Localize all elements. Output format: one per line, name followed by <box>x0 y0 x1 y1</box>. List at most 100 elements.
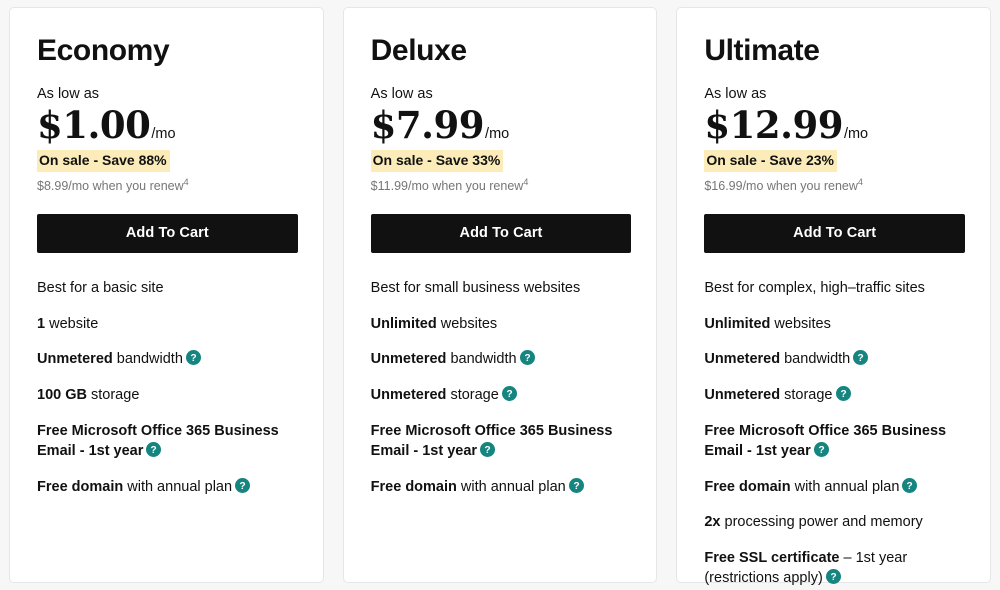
help-question-icon[interactable]: ? <box>568 477 584 493</box>
help-question-icon[interactable]: ? <box>853 350 869 366</box>
feature-item: Free Microsoft Office 365 Business Email… <box>371 421 632 462</box>
feature-label-rest: websites <box>436 315 498 332</box>
price-period: /mo <box>843 126 869 143</box>
feature-label-strong: 1 <box>37 315 46 332</box>
feature-label-strong: Unmetered <box>370 351 447 368</box>
feature-label-strong: Free domain <box>370 478 457 495</box>
feature-label-rest: websites <box>770 315 831 332</box>
footnote-marker: 4 <box>857 176 863 187</box>
add-to-cart-button[interactable]: Add To Cart <box>704 214 966 254</box>
plan-title: Economy <box>37 34 170 67</box>
plan-card-economy: Economy As low as $1.00/mo On sale - Save 8… <box>9 7 324 583</box>
feature-label-rest: Best for small business websites <box>370 280 581 297</box>
feature-item: Best for small business websites <box>371 278 632 299</box>
feature-item: Unmetered storage? <box>704 385 965 406</box>
svg-text:?: ? <box>506 389 512 400</box>
feature-label-rest: with annual plan <box>790 478 900 495</box>
price-amount: $1.00 <box>37 103 151 148</box>
feature-item: Unmetered bandwidth? <box>371 349 632 370</box>
svg-text:?: ? <box>830 572 836 583</box>
price-row: $7.99/mo <box>371 106 632 145</box>
plan-card-ultimate: Ultimate As low as $12.99/mo On sale - Save… <box>676 7 992 586</box>
feature-label-rest: website <box>45 315 99 332</box>
renewal-price-note: $11.99/mo when you renew4 <box>370 176 632 194</box>
feature-item: Unmetered bandwidth? <box>37 349 298 370</box>
feature-label-rest: bandwidth <box>446 351 517 368</box>
renewal-price-text: $8.99/mo when you renew <box>37 178 184 193</box>
status-badge: On sale - Save 23% <box>704 150 837 172</box>
renewal-price-note: $8.99/mo when you renew4 <box>37 176 298 194</box>
svg-text:?: ? <box>484 445 490 456</box>
feature-item: Best for complex, high–traffic sites <box>704 278 965 299</box>
footnote-marker: 4 <box>523 176 529 187</box>
feature-label-rest: with annual plan <box>456 478 566 495</box>
feature-item: Unlimited websites <box>371 314 632 335</box>
footnote-marker: 4 <box>183 176 189 187</box>
svg-text:?: ? <box>524 353 530 364</box>
plan-title: Deluxe <box>370 34 467 67</box>
feature-label-strong: Unlimited <box>704 315 771 332</box>
feature-label-rest: processing power and memory <box>720 514 923 531</box>
price-row: $1.00/mo <box>37 106 298 145</box>
plan-title: Ultimate <box>704 34 820 67</box>
feature-label-rest: bandwidth <box>112 351 183 368</box>
feature-label-rest: Best for a basic site <box>37 280 164 297</box>
feature-label-strong: Unmetered <box>370 386 447 403</box>
help-question-icon[interactable]: ? <box>825 569 841 585</box>
feature-label-strong: Free SSL certificate <box>704 549 840 566</box>
help-question-icon[interactable]: ? <box>902 477 918 493</box>
feature-label-strong: Free domain <box>704 478 791 495</box>
price-amount: $7.99 <box>370 103 485 148</box>
feature-label-rest: storage <box>780 386 833 403</box>
feature-label-rest: storage <box>86 386 140 403</box>
help-question-icon[interactable]: ? <box>519 350 535 366</box>
svg-text:?: ? <box>907 481 913 492</box>
help-question-icon[interactable]: ? <box>146 442 162 458</box>
help-question-icon[interactable]: ? <box>185 350 201 366</box>
svg-text:?: ? <box>151 445 157 456</box>
status-badge: On sale - Save 33% <box>370 150 504 172</box>
add-to-cart-button[interactable]: Add To Cart <box>37 214 298 254</box>
sale-badge-wrap: On sale - Save 88% <box>37 150 298 172</box>
feature-list: Best for complex, high–traffic sites Unli… <box>704 278 965 589</box>
plan-card-deluxe: Deluxe As low as $7.99/mo On sale - Save 33… <box>342 7 658 583</box>
svg-text:?: ? <box>858 353 864 364</box>
add-to-cart-button[interactable]: Add To Cart <box>370 214 632 254</box>
help-question-icon[interactable]: ? <box>813 442 829 458</box>
feature-item: Unlimited websites <box>704 314 965 335</box>
feature-item: Best for a basic site <box>37 278 298 299</box>
svg-text:?: ? <box>190 353 196 364</box>
feature-label-strong: Unmetered <box>37 351 113 368</box>
feature-item: Free Microsoft Office 365 Business Email… <box>37 421 298 462</box>
as-low-as-label: As low as <box>704 85 767 102</box>
svg-text:?: ? <box>818 445 824 456</box>
feature-list: Best for a basic site 1 website Unmetered … <box>37 278 298 497</box>
help-question-icon[interactable]: ? <box>835 385 851 401</box>
feature-item: Free Microsoft Office 365 Business Email… <box>704 421 965 462</box>
feature-list: Best for small business websites Unlimite… <box>371 278 632 497</box>
price-row: $12.99/mo <box>704 106 965 145</box>
feature-label-strong: 2x <box>704 514 721 531</box>
help-question-icon[interactable]: ? <box>235 477 251 493</box>
feature-item: Unmetered storage? <box>371 385 632 406</box>
renewal-price-text: $11.99/mo when you renew <box>370 178 524 193</box>
feature-item: 1 website <box>37 314 298 335</box>
feature-label-strong: Unlimited <box>370 315 437 332</box>
help-question-icon[interactable]: ? <box>501 385 517 401</box>
sale-badge-wrap: On sale - Save 23% <box>704 150 965 172</box>
as-low-as-label: As low as <box>37 85 100 102</box>
sale-badge-wrap: On sale - Save 33% <box>370 150 632 172</box>
feature-item: Unmetered bandwidth? <box>704 349 965 370</box>
price-period: /mo <box>151 126 176 143</box>
as-low-as-label: As low as <box>370 85 433 102</box>
feature-item: Free SSL certificate – 1st year (restric… <box>704 548 965 589</box>
feature-label-strong: Unmetered <box>704 351 781 368</box>
feature-label-rest: with annual plan <box>123 478 233 495</box>
status-badge: On sale - Save 88% <box>37 150 170 172</box>
feature-label-rest: Best for complex, high–traffic sites <box>704 280 925 297</box>
renewal-price-note: $16.99/mo when you renew4 <box>704 176 965 194</box>
feature-item: 100 GB storage <box>37 385 298 406</box>
svg-text:?: ? <box>573 481 579 492</box>
help-question-icon[interactable]: ? <box>480 442 496 458</box>
feature-label-strong: 100 GB <box>37 386 87 403</box>
